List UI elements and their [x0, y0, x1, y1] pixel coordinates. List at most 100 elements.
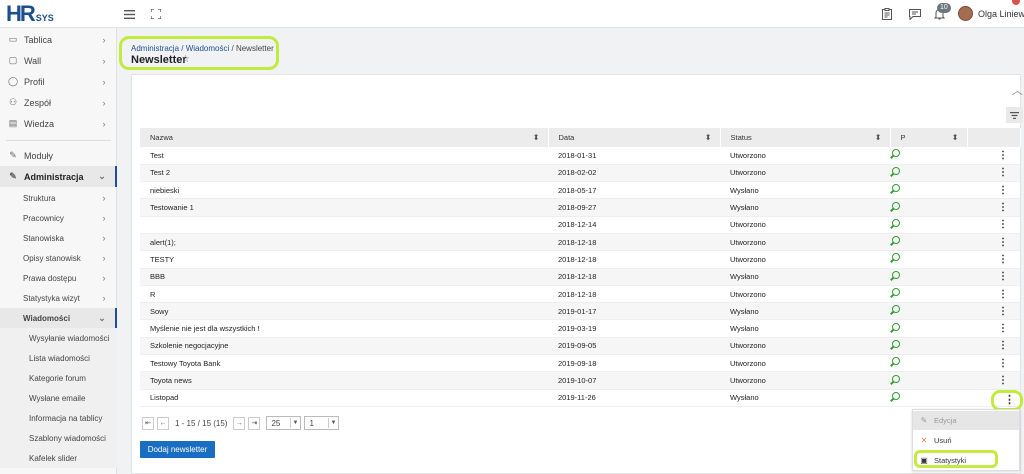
- search-icon[interactable]: [890, 339, 900, 350]
- more-vertical-icon[interactable]: ⋮: [998, 271, 1008, 282]
- search-icon[interactable]: [890, 305, 900, 315]
- sidebar-item-zespol[interactable]: ⚇ Zespół ›: [0, 92, 117, 113]
- search-icon[interactable]: [890, 201, 900, 212]
- sidebar-item-wiedza[interactable]: ▤ Wiedza ›: [0, 113, 117, 134]
- table-row[interactable]: Test 2018-01-31 Utworzono ⋮: [140, 147, 1020, 165]
- table-row[interactable]: Listopad 2019-11-26 Wysłano: [140, 389, 1020, 407]
- sidebar-item-kategorie-forum[interactable]: Kategorie forum: [0, 368, 117, 388]
- sidebar-item-moduly[interactable]: ✎ Moduły: [0, 145, 117, 166]
- search-icon[interactable]: [890, 374, 900, 385]
- add-newsletter-button[interactable]: Dodaj newsletter: [140, 441, 215, 458]
- sidebar-item-profil[interactable]: ◯ Profil ›: [0, 71, 117, 92]
- sidebar-item-tablica[interactable]: ▭ Tablica ›: [0, 29, 117, 50]
- table-row[interactable]: Toyota news 2019-10-07 Utworzono ⋮: [140, 371, 1020, 390]
- more-vertical-icon[interactable]: ⋮: [998, 202, 1008, 213]
- search-icon[interactable]: [890, 184, 900, 194]
- sort-icon[interactable]: ⬍: [533, 133, 540, 142]
- table-row[interactable]: Testowy Toyota Bank 2019-09-18 Utworzono ⋮: [140, 354, 1020, 373]
- table-row[interactable]: niebieski 2018-05-17 Wysłano ⋮: [140, 181, 1020, 200]
- messages-icon[interactable]: [908, 7, 922, 21]
- sidebar-item-struktura[interactable]: Struktura ›: [0, 188, 117, 208]
- book-icon: ▤: [8, 118, 18, 128]
- more-vertical-icon[interactable]: ⋮: [998, 237, 1008, 248]
- sort-icon[interactable]: ⬍: [705, 133, 712, 142]
- more-vertical-icon[interactable]: ⋮: [998, 289, 1008, 300]
- page-size-select[interactable]: 25 ▼: [266, 416, 302, 430]
- table-row[interactable]: alert(1); 2018-12-18 Utworzono ⋮: [140, 233, 1020, 252]
- sidebar-item-kafelek-slider[interactable]: Kafelek slider: [0, 448, 117, 468]
- user-name[interactable]: Olga Liniewicz: [978, 9, 1024, 19]
- sidebar-item-label: Wiedza: [24, 118, 55, 129]
- more-vertical-icon[interactable]: ⋮: [998, 306, 1008, 317]
- more-vertical-icon[interactable]: ⋮: [998, 167, 1008, 178]
- table-row[interactable]: TESTY 2018-12-18 Utworzono ⋮: [140, 250, 1020, 269]
- more-vertical-icon[interactable]: ⋮: [998, 254, 1008, 265]
- table-row[interactable]: Testowanie 1 2018-09-27 Wysłano ⋮: [140, 198, 1020, 217]
- menu-item-edit[interactable]: ✎ Edycja: [913, 411, 1019, 430]
- sidebar-item-wyslane-emaile[interactable]: Wysłane emaile: [0, 388, 117, 408]
- fullscreen-icon[interactable]: [149, 7, 163, 21]
- search-icon[interactable]: [890, 218, 900, 229]
- search-icon[interactable]: [890, 322, 900, 333]
- column-header-name[interactable]: Nazwa ⬍: [140, 128, 549, 147]
- clipboard-icon[interactable]: [880, 7, 894, 21]
- sidebar-item-administracja[interactable]: ✎ Administracja ⌄: [0, 166, 117, 187]
- sidebar-item-wiadomosci[interactable]: Wiadomości ⌄: [0, 308, 117, 328]
- sidebar-item-pracownicy[interactable]: Pracownicy ›: [0, 208, 117, 228]
- more-vertical-icon[interactable]: ⋮: [998, 219, 1008, 230]
- last-page-button[interactable]: ⇥: [248, 416, 261, 430]
- menu-item-delete[interactable]: ✕ Usuń: [913, 431, 1019, 450]
- sort-icon[interactable]: ⬍: [875, 133, 882, 142]
- avatar[interactable]: [958, 6, 973, 21]
- column-header-status[interactable]: Status ⬍: [720, 128, 891, 147]
- team-icon: ⚇: [8, 97, 18, 107]
- cell-preview: [890, 268, 967, 286]
- prev-page-button[interactable]: ←: [157, 416, 169, 430]
- search-icon[interactable]: [890, 253, 900, 263]
- search-icon[interactable]: [890, 288, 900, 298]
- sidebar-item-lista-wiadomosci[interactable]: Lista wiadomości: [0, 348, 117, 368]
- table-row[interactable]: Sowy 2019-01-17 Wysłano ⋮: [140, 302, 1020, 321]
- search-icon[interactable]: [890, 149, 900, 159]
- cell-actions: ⋮: [967, 337, 1020, 356]
- more-vertical-icon[interactable]: ⋮: [998, 375, 1008, 386]
- more-vertical-icon[interactable]: ⋮: [998, 340, 1008, 351]
- table-row[interactable]: R 2018-12-18 Utworzono ⋮: [140, 285, 1020, 304]
- sidebar-item-label: Tablica: [24, 34, 53, 45]
- table-row[interactable]: 2018-12-14 Utworzono ⋮: [140, 216, 1020, 234]
- more-vertical-icon[interactable]: ⋮: [998, 323, 1008, 334]
- more-vertical-icon[interactable]: ⋮: [998, 358, 1008, 369]
- sidebar-item-statystyka-wizyt[interactable]: Statystyka wizyt ›: [0, 288, 117, 308]
- sidebar-item-opisy-stanowisk[interactable]: Opisy stanowisk ›: [0, 248, 117, 268]
- table-row[interactable]: Szkolenie negocjacyjne 2019-09-05 Utworzon…: [140, 337, 1020, 356]
- sidebar-item-wall[interactable]: ▢ Wall ›: [0, 50, 117, 71]
- sidebar-item-informacja-na-tablicy[interactable]: Informacja na tablicy: [0, 408, 117, 428]
- search-icon[interactable]: [890, 357, 900, 367]
- filter-button[interactable]: [1006, 107, 1023, 123]
- sort-icon[interactable]: ⬍: [952, 133, 959, 142]
- more-vertical-icon[interactable]: ⋮: [998, 185, 1008, 196]
- sidebar-item-wysylanie-wiadomosci[interactable]: Wysyłanie wiadomości: [0, 328, 117, 348]
- column-header-p[interactable]: P ⬍: [890, 128, 968, 147]
- search-icon[interactable]: [890, 391, 900, 402]
- search-icon[interactable]: [890, 236, 900, 246]
- search-icon[interactable]: [890, 270, 900, 281]
- page-number-select[interactable]: 1 ▼: [304, 416, 340, 430]
- app-logo[interactable]: HR SYS: [6, 3, 54, 25]
- column-header-date[interactable]: Data ⬍: [548, 128, 721, 147]
- first-page-button[interactable]: ⇤: [142, 416, 154, 430]
- sidebar-item-prawa-dostepu[interactable]: Prawa dostępu ›: [0, 268, 117, 288]
- next-page-button[interactable]: →: [233, 416, 246, 430]
- sidebar-item-szablony-wiadomosci[interactable]: Szablony wiadomości: [0, 428, 117, 448]
- cell-name: niebieski: [140, 181, 548, 200]
- menu-toggle-icon[interactable]: [122, 7, 136, 21]
- table-row[interactable]: Myślenie nie jest dla wszystkich ! 2019-0…: [140, 319, 1020, 338]
- chevron-right-icon: ›: [102, 118, 106, 129]
- search-icon[interactable]: [890, 166, 900, 177]
- more-vertical-icon[interactable]: ⋮: [998, 150, 1008, 161]
- table-row[interactable]: Test 2 2018-02-02 Utworzono ⋮: [140, 164, 1020, 183]
- chevron-up-icon[interactable]: ︿: [1012, 82, 1023, 98]
- table-row[interactable]: BBB 2018-12-18 Wysłano ⋮: [140, 268, 1020, 286]
- sidebar-item-stanowiska[interactable]: Stanowiska ›: [0, 228, 117, 248]
- sidebar-item-label: Kafelek slider: [29, 453, 78, 463]
